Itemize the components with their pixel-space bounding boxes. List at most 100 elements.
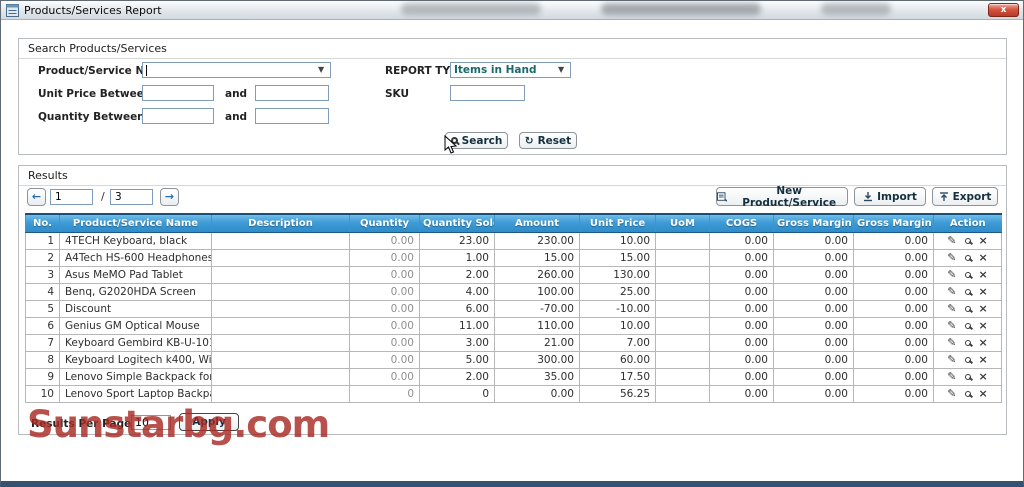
titlebar-smudge: [601, 3, 761, 15]
current-page-input[interactable]: [50, 189, 93, 205]
results-per-page-input[interactable]: [131, 415, 171, 430]
delete-x-icon[interactable]: ×: [979, 251, 988, 264]
cell-unit-price: -10.00: [579, 300, 656, 318]
cell-description: [211, 249, 350, 267]
total-pages-input[interactable]: [110, 189, 153, 205]
column-header-gross-margin[interactable]: Gross Margin %: [853, 213, 934, 233]
cell-gross-margin: 0.00: [773, 249, 854, 267]
column-header-unit-price[interactable]: Unit Price: [579, 213, 656, 233]
view-magnifier-icon[interactable]: [964, 322, 971, 329]
chevron-down-icon: ▼: [318, 65, 325, 74]
cell-quantity: 0.00: [349, 232, 420, 250]
cell-unit-price: 7.00: [579, 334, 656, 352]
reset-button[interactable]: ↻ Reset: [519, 132, 577, 149]
view-magnifier-icon[interactable]: [964, 305, 971, 312]
cell-action: ✎ ×: [933, 266, 1002, 284]
column-header-cogs[interactable]: COGS: [709, 213, 774, 233]
cell-action: ✎ ×: [933, 385, 1002, 403]
new-product-button[interactable]: New Product/Service: [716, 185, 848, 209]
apply-button[interactable]: Apply: [179, 413, 239, 431]
edit-pencil-icon[interactable]: ✎: [947, 268, 956, 281]
delete-x-icon[interactable]: ×: [979, 285, 988, 298]
search-panel-title: Search Products/Services: [19, 39, 1006, 59]
column-header-quantity[interactable]: Quantity: [349, 213, 420, 233]
cell-gross-margin-pct: 0.00: [853, 351, 934, 369]
view-magnifier-icon[interactable]: [964, 390, 971, 397]
cell-description: [211, 385, 350, 403]
cell-quantity: 0.00: [349, 334, 420, 352]
edit-pencil-icon[interactable]: ✎: [947, 251, 956, 264]
export-button[interactable]: Export: [932, 187, 998, 206]
column-header-description[interactable]: Description: [211, 213, 350, 233]
import-button[interactable]: Import: [854, 187, 926, 206]
view-magnifier-icon[interactable]: [964, 237, 971, 244]
edit-pencil-icon[interactable]: ✎: [947, 353, 956, 366]
table-row: 2 A4Tech HS-600 Headphones 0.00 1.00 15.00 15…: [25, 249, 1002, 267]
edit-pencil-icon[interactable]: ✎: [947, 285, 956, 298]
quantity-to-input[interactable]: [255, 108, 329, 124]
close-button[interactable]: x: [988, 3, 1019, 17]
column-header-uom[interactable]: UoM: [655, 213, 710, 233]
cell-name: Genius GM Optical Mouse: [59, 317, 212, 335]
sku-input[interactable]: [450, 85, 525, 101]
next-page-button[interactable]: →: [160, 188, 179, 206]
delete-x-icon[interactable]: ×: [979, 302, 988, 315]
delete-x-icon[interactable]: ×: [979, 387, 988, 400]
cell-unit-price: 10.00: [579, 317, 656, 335]
cell-quantity: 0.00: [349, 351, 420, 369]
cell-description: [211, 317, 350, 335]
cell-gross-margin-pct: 0.00: [853, 300, 934, 318]
cell-name: Discount: [59, 300, 212, 318]
sku-label: SKU: [385, 88, 410, 100]
view-magnifier-icon[interactable]: [964, 373, 971, 380]
cell-quantity: 0.00: [349, 266, 420, 284]
edit-pencil-icon[interactable]: ✎: [947, 387, 956, 400]
cell-uom: [655, 385, 710, 403]
product-name-combobox[interactable]: ▼: [142, 62, 331, 78]
cell-name: 4TECH Keyboard, black: [59, 232, 212, 250]
delete-x-icon[interactable]: ×: [979, 353, 988, 366]
unit-price-from-input[interactable]: [142, 85, 214, 101]
column-header-action[interactable]: Action: [933, 213, 1002, 233]
edit-pencil-icon[interactable]: ✎: [947, 302, 956, 315]
cell-no: 4: [25, 283, 60, 301]
cell-cogs: 0.00: [709, 317, 774, 335]
view-magnifier-icon[interactable]: [964, 271, 971, 278]
cell-name: Lenovo Simple Backpack for Notebook ...: [59, 368, 212, 386]
unit-price-to-input[interactable]: [255, 85, 329, 101]
edit-pencil-icon[interactable]: ✎: [947, 370, 956, 383]
cell-gross-margin-pct: 0.00: [853, 266, 934, 284]
and-label: and: [225, 88, 248, 100]
cell-gross-margin: 0.00: [773, 232, 854, 250]
delete-x-icon[interactable]: ×: [979, 319, 988, 332]
column-header-quantity-sold[interactable]: Quantity Sold: [419, 213, 495, 233]
titlebar-smudge: [401, 3, 541, 15]
delete-x-icon[interactable]: ×: [979, 336, 988, 349]
cell-action: ✎ ×: [933, 232, 1002, 250]
title-bar: Products/Services Report x: [1, 1, 1023, 20]
quantity-from-input[interactable]: [142, 108, 214, 124]
edit-pencil-icon[interactable]: ✎: [947, 234, 956, 247]
magnifier-icon: [450, 137, 458, 144]
edit-pencil-icon[interactable]: ✎: [947, 319, 956, 332]
view-magnifier-icon[interactable]: [964, 356, 971, 363]
column-header-no[interactable]: No.: [25, 213, 60, 233]
delete-x-icon[interactable]: ×: [979, 370, 988, 383]
cell-amount: 21.00: [494, 334, 580, 352]
edit-pencil-icon[interactable]: ✎: [947, 336, 956, 349]
search-button[interactable]: Search: [445, 132, 508, 149]
left-arrow-icon: ←: [31, 190, 42, 203]
prev-page-button[interactable]: ←: [27, 188, 46, 206]
view-magnifier-icon[interactable]: [964, 339, 971, 346]
view-magnifier-icon[interactable]: [964, 254, 971, 261]
delete-x-icon[interactable]: ×: [979, 234, 988, 247]
column-header-product-service-name[interactable]: Product/Service Name: [59, 213, 212, 233]
new-form-icon: [717, 191, 728, 202]
page-separator: /: [101, 190, 105, 203]
delete-x-icon[interactable]: ×: [979, 268, 988, 281]
column-header-amount[interactable]: Amount: [494, 213, 580, 233]
table-row: 5 Discount 0.00 6.00 -70.00 -10.00 0.00 0.00 0.0…: [25, 300, 1002, 318]
column-header-gross-margin[interactable]: Gross Margin: [773, 213, 854, 233]
view-magnifier-icon[interactable]: [964, 288, 971, 295]
report-type-combobox[interactable]: Items in Hand ▼: [450, 62, 571, 78]
